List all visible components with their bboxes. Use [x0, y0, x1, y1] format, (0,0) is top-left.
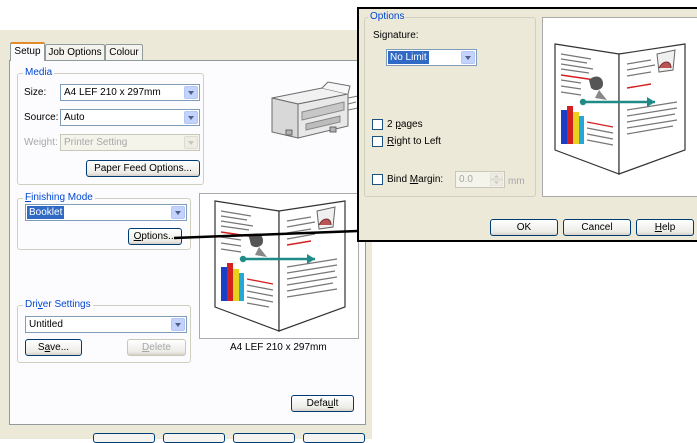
- bind-margin-value: 0.0: [459, 174, 473, 185]
- dialog-bottom-button[interactable]: [303, 433, 365, 443]
- signature-value: No Limit: [388, 51, 429, 64]
- size-label: Size:: [24, 87, 47, 98]
- booklet-preview-icon: [214, 200, 346, 332]
- options-group-label: Options: [368, 11, 407, 22]
- media-group-label: Media: [23, 67, 55, 78]
- dropdown-arrow-icon[interactable]: [171, 318, 185, 331]
- cancel-button[interactable]: Cancel: [563, 219, 631, 236]
- finishing-mode-value: Booklet: [27, 206, 65, 219]
- dialog-bottom-button[interactable]: [233, 433, 295, 443]
- spin-arrows-icon: [490, 173, 503, 186]
- dropdown-arrow-icon[interactable]: [171, 206, 185, 219]
- dropdown-arrow-icon[interactable]: [184, 86, 198, 99]
- options-button[interactable]: Options...: [128, 228, 182, 245]
- dropdown-arrow-icon[interactable]: [184, 111, 198, 124]
- right-to-left-label: Right to Left: [387, 136, 441, 147]
- driver-settings-dropdown[interactable]: Untitled: [25, 316, 187, 333]
- help-button[interactable]: Help: [636, 219, 694, 236]
- source-dropdown[interactable]: Auto: [60, 109, 200, 126]
- weight-label: Weight:: [24, 137, 58, 148]
- dialog-bottom-button[interactable]: [93, 433, 155, 443]
- bind-margin-unit: mm: [508, 176, 525, 187]
- finishing-mode-group-label: Finishing Mode: [23, 192, 95, 203]
- booklet-preview-icon: [554, 43, 686, 175]
- right-to-left-checkbox[interactable]: [372, 136, 383, 147]
- dropdown-arrow-icon: [184, 136, 198, 149]
- two-pages-label: 2 pages: [387, 119, 423, 130]
- driver-settings-value: Untitled: [29, 319, 63, 330]
- bind-margin-checkbox[interactable]: [372, 174, 383, 185]
- ok-button[interactable]: OK: [490, 219, 558, 236]
- source-value: Auto: [64, 112, 85, 123]
- two-pages-checkbox[interactable]: [372, 119, 383, 130]
- weight-value: Printer Setting: [64, 137, 128, 148]
- size-dropdown[interactable]: A4 LEF 210 x 297mm: [60, 84, 200, 101]
- signature-label: Signature:: [373, 30, 419, 41]
- signature-dropdown[interactable]: No Limit: [386, 49, 477, 66]
- dialog-bottom-button[interactable]: [163, 433, 225, 443]
- printer-icon: [271, 81, 359, 139]
- dropdown-arrow-icon[interactable]: [461, 51, 475, 64]
- tab-job-options[interactable]: Job Options: [45, 44, 105, 61]
- options-group: [364, 17, 536, 197]
- preview-caption: A4 LEF 210 x 297mm: [230, 342, 327, 353]
- driver-settings-group-label: Driver Settings: [23, 299, 93, 310]
- delete-settings-button: Delete: [127, 339, 186, 356]
- source-label: Source:: [24, 112, 59, 123]
- bind-margin-spinner: 0.0: [455, 171, 505, 188]
- bind-margin-label: Bind Margin:: [387, 174, 444, 185]
- weight-dropdown: Printer Setting: [60, 134, 200, 151]
- paper-feed-options-button[interactable]: Paper Feed Options...: [86, 160, 200, 177]
- size-value: A4 LEF 210 x 297mm: [64, 87, 161, 98]
- tab-colour[interactable]: Colour: [105, 44, 143, 61]
- finishing-mode-dropdown[interactable]: Booklet: [25, 204, 187, 221]
- save-settings-button[interactable]: Save...: [25, 339, 82, 356]
- default-button[interactable]: Default: [291, 395, 354, 412]
- tab-setup[interactable]: Setup: [10, 42, 45, 61]
